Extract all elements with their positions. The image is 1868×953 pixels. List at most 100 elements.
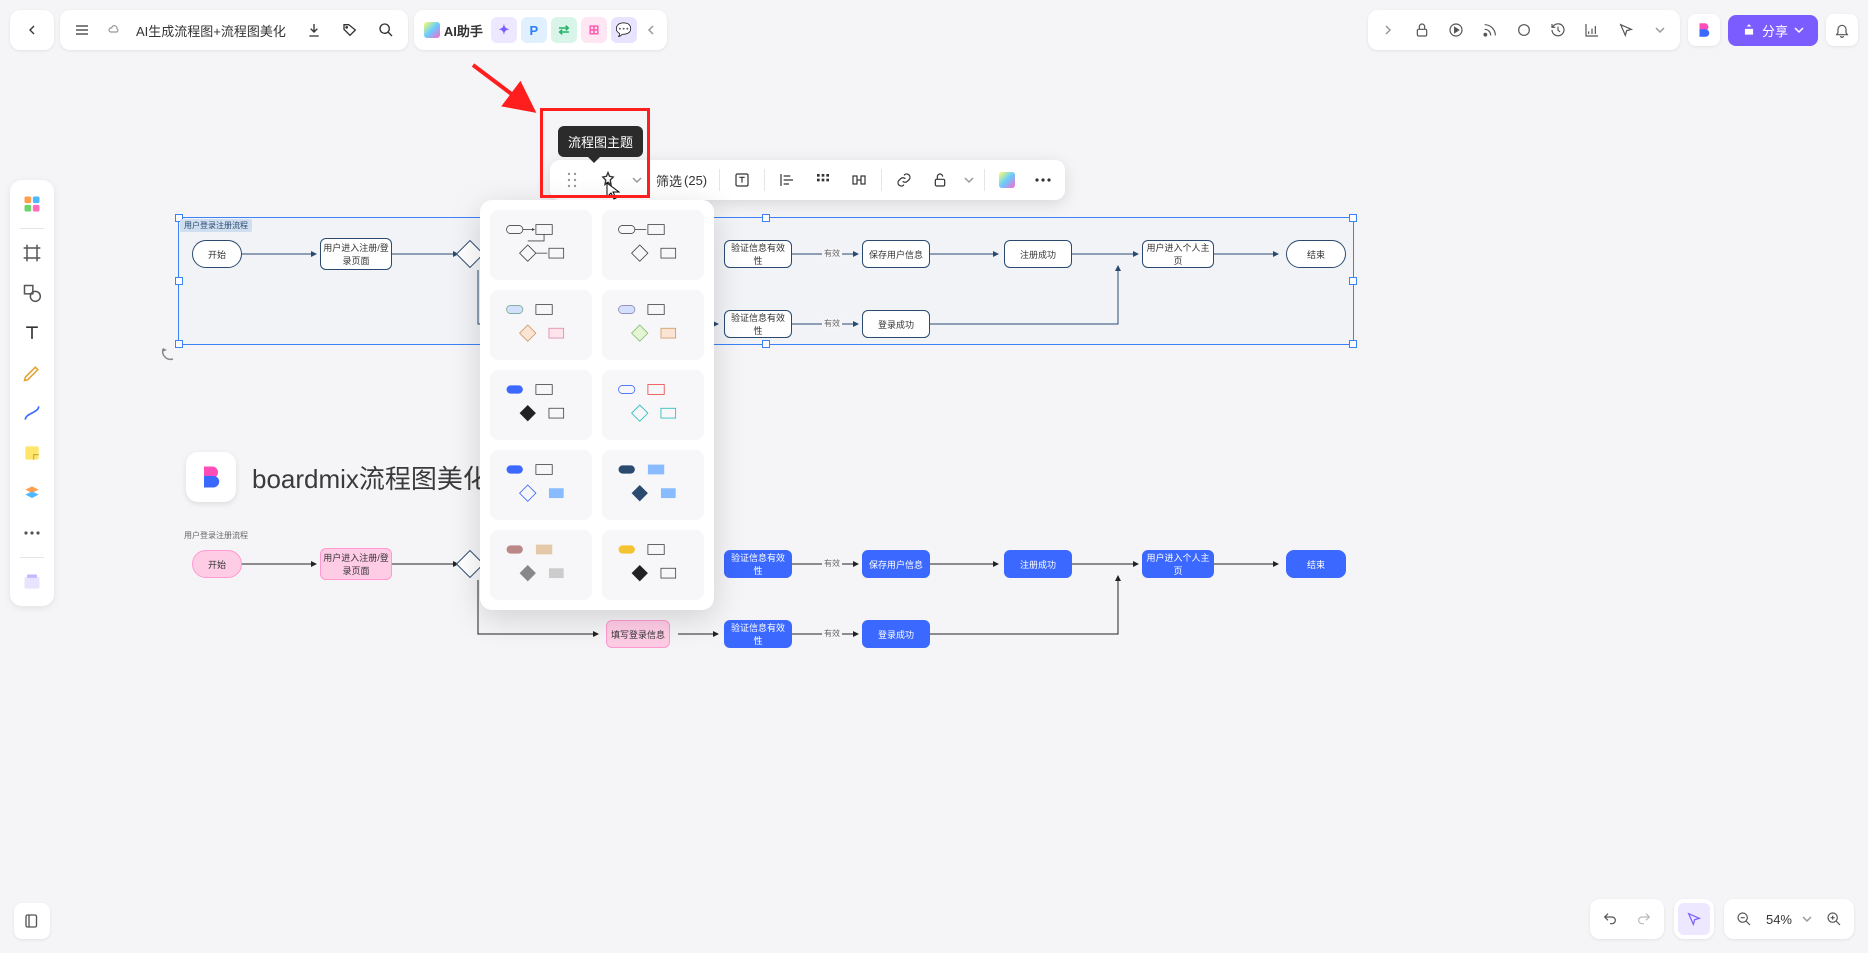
back-button[interactable] bbox=[16, 14, 48, 46]
text-tool-button[interactable] bbox=[14, 315, 50, 351]
filter-button[interactable]: 筛选 (25) bbox=[650, 164, 713, 196]
theme-option-8[interactable] bbox=[602, 450, 704, 520]
flow2-node-regok[interactable]: 注册成功 bbox=[1004, 550, 1072, 578]
theme-option-9[interactable] bbox=[490, 530, 592, 600]
flow1-node-enter[interactable]: 用户进入注册/登录页面 bbox=[320, 238, 392, 270]
tag-button[interactable] bbox=[334, 14, 366, 46]
broadcast-button[interactable] bbox=[1474, 14, 1506, 46]
flow1-edge-valid2: 有效 bbox=[822, 318, 842, 329]
flow2-node-decision[interactable] bbox=[460, 554, 480, 574]
flow2-node-start[interactable]: 开始 bbox=[192, 550, 242, 578]
flow1-node-save[interactable]: 保存用户信息 bbox=[862, 240, 930, 268]
download-button[interactable] bbox=[298, 14, 330, 46]
zoom-chevron[interactable] bbox=[1798, 903, 1816, 935]
notifications-button[interactable] bbox=[1826, 14, 1858, 46]
theme-option-4[interactable] bbox=[602, 290, 704, 360]
left-sidebar bbox=[10, 180, 54, 606]
drag-handle-icon[interactable] bbox=[556, 164, 588, 196]
distribute-button[interactable] bbox=[807, 164, 839, 196]
frame-button[interactable] bbox=[14, 235, 50, 271]
zoom-level[interactable]: 54% bbox=[1762, 912, 1796, 927]
text-button[interactable] bbox=[726, 164, 758, 196]
redo-button[interactable] bbox=[1628, 903, 1660, 935]
shapes-button[interactable] bbox=[14, 275, 50, 311]
circle-button[interactable] bbox=[1508, 14, 1540, 46]
search-button[interactable] bbox=[370, 14, 402, 46]
sticky-button[interactable] bbox=[14, 435, 50, 471]
flow1-node-loginok[interactable]: 登录成功 bbox=[862, 310, 930, 338]
link-button[interactable] bbox=[888, 164, 920, 196]
theme-option-2[interactable] bbox=[602, 210, 704, 280]
flow2-node-enter[interactable]: 用户进入注册/登录页面 bbox=[320, 548, 392, 580]
flow2-node-home[interactable]: 用户进入个人主页 bbox=[1142, 550, 1214, 578]
pen-button[interactable] bbox=[14, 355, 50, 391]
ai-assist-button[interactable]: AI助手 bbox=[420, 21, 487, 40]
theme-option-3[interactable] bbox=[490, 290, 592, 360]
connector-button[interactable] bbox=[14, 395, 50, 431]
bottom-right: 54% bbox=[1590, 899, 1854, 939]
theme-option-6[interactable] bbox=[602, 370, 704, 440]
ai-logo-icon bbox=[424, 22, 440, 38]
selection-toolbar: 筛选 (25) bbox=[550, 160, 1065, 200]
flow1-node-start[interactable]: 开始 bbox=[192, 240, 242, 268]
more-dropdown[interactable] bbox=[1644, 14, 1676, 46]
library-button[interactable] bbox=[14, 564, 50, 600]
flow1-edge-valid1: 有效 bbox=[822, 248, 842, 259]
document-title[interactable]: AI生成流程图+流程图美化 bbox=[128, 21, 294, 40]
top-header-right: 分享 bbox=[1368, 10, 1858, 50]
theme-option-1[interactable] bbox=[490, 210, 592, 280]
theme-option-7[interactable] bbox=[490, 450, 592, 520]
menu-button[interactable] bbox=[66, 14, 98, 46]
widgets-button[interactable] bbox=[14, 475, 50, 511]
flow2-node-validate1[interactable]: 验证信息有效性 bbox=[724, 550, 792, 578]
flow1-node-end[interactable]: 结束 bbox=[1286, 240, 1346, 268]
flow2-node-save[interactable]: 保存用户信息 bbox=[862, 550, 930, 578]
flow1-node-home[interactable]: 用户进入个人主页 bbox=[1142, 240, 1214, 268]
boardmix-logo-button[interactable] bbox=[1688, 14, 1720, 46]
zoom-out-button[interactable] bbox=[1728, 903, 1760, 935]
rotate-handle-icon[interactable] bbox=[160, 346, 176, 362]
filter-count: (25) bbox=[684, 173, 707, 188]
app-shortcut-chat[interactable]: 💬 bbox=[611, 17, 637, 43]
flow2-node-validate2[interactable]: 验证信息有效性 bbox=[724, 620, 792, 648]
history-button[interactable] bbox=[1542, 14, 1574, 46]
flow2-edge-valid2: 有效 bbox=[822, 628, 842, 639]
chart-button[interactable] bbox=[1576, 14, 1608, 46]
app-shortcut-p[interactable]: P bbox=[521, 17, 547, 43]
app-shortcut-share[interactable]: ⇄ bbox=[551, 17, 577, 43]
flow2-node-end[interactable]: 结束 bbox=[1286, 550, 1346, 578]
lock-toolbar-button[interactable] bbox=[1406, 14, 1438, 46]
flow1-node-regok[interactable]: 注册成功 bbox=[1004, 240, 1072, 268]
more-button[interactable] bbox=[1027, 164, 1059, 196]
collapse-button[interactable] bbox=[641, 14, 661, 46]
flow1-node-validate2[interactable]: 验证信息有效性 bbox=[724, 310, 792, 338]
more-tools-button[interactable] bbox=[14, 515, 50, 551]
align-button[interactable] bbox=[771, 164, 803, 196]
share-label: 分享 bbox=[1762, 21, 1788, 40]
lock-button[interactable] bbox=[924, 164, 956, 196]
app-shortcut-1[interactable]: ✦ bbox=[491, 17, 517, 43]
play-button[interactable] bbox=[1440, 14, 1472, 46]
templates-button[interactable] bbox=[14, 186, 50, 222]
top-header-left: AI生成流程图+流程图美化 AI助手 ✦ P ⇄ ⊞ 💬 bbox=[10, 10, 667, 50]
zoom-in-button[interactable] bbox=[1818, 903, 1850, 935]
theme-option-10[interactable] bbox=[602, 530, 704, 600]
ai-toolbar-button[interactable] bbox=[991, 164, 1023, 196]
pointer-mode-button[interactable] bbox=[1678, 903, 1710, 935]
flow1-node-decision[interactable] bbox=[460, 244, 480, 264]
flow1-node-validate1[interactable]: 验证信息有效性 bbox=[724, 240, 792, 268]
canvas-title[interactable]: boardmix流程图美化 bbox=[186, 452, 489, 502]
spacing-button[interactable] bbox=[843, 164, 875, 196]
flow2-node-loginok[interactable]: 登录成功 bbox=[862, 620, 930, 648]
pages-button[interactable] bbox=[14, 903, 50, 939]
share-button[interactable]: 分享 bbox=[1728, 15, 1818, 46]
canvas[interactable]: 用户登录注册流程 开始 用户进入注册/登录页面 验证信息有效性 有效 保存用户信… bbox=[0, 0, 1868, 953]
theme-dropdown-chevron[interactable] bbox=[628, 164, 646, 196]
cursor-tool-button[interactable] bbox=[1610, 14, 1642, 46]
theme-option-5[interactable] bbox=[490, 370, 592, 440]
app-shortcut-grid[interactable]: ⊞ bbox=[581, 17, 607, 43]
expand-apps-button[interactable] bbox=[1372, 14, 1404, 46]
lock-chevron[interactable] bbox=[960, 164, 978, 196]
undo-button[interactable] bbox=[1594, 903, 1626, 935]
flow2-node-fill[interactable]: 填写登录信息 bbox=[606, 620, 670, 648]
